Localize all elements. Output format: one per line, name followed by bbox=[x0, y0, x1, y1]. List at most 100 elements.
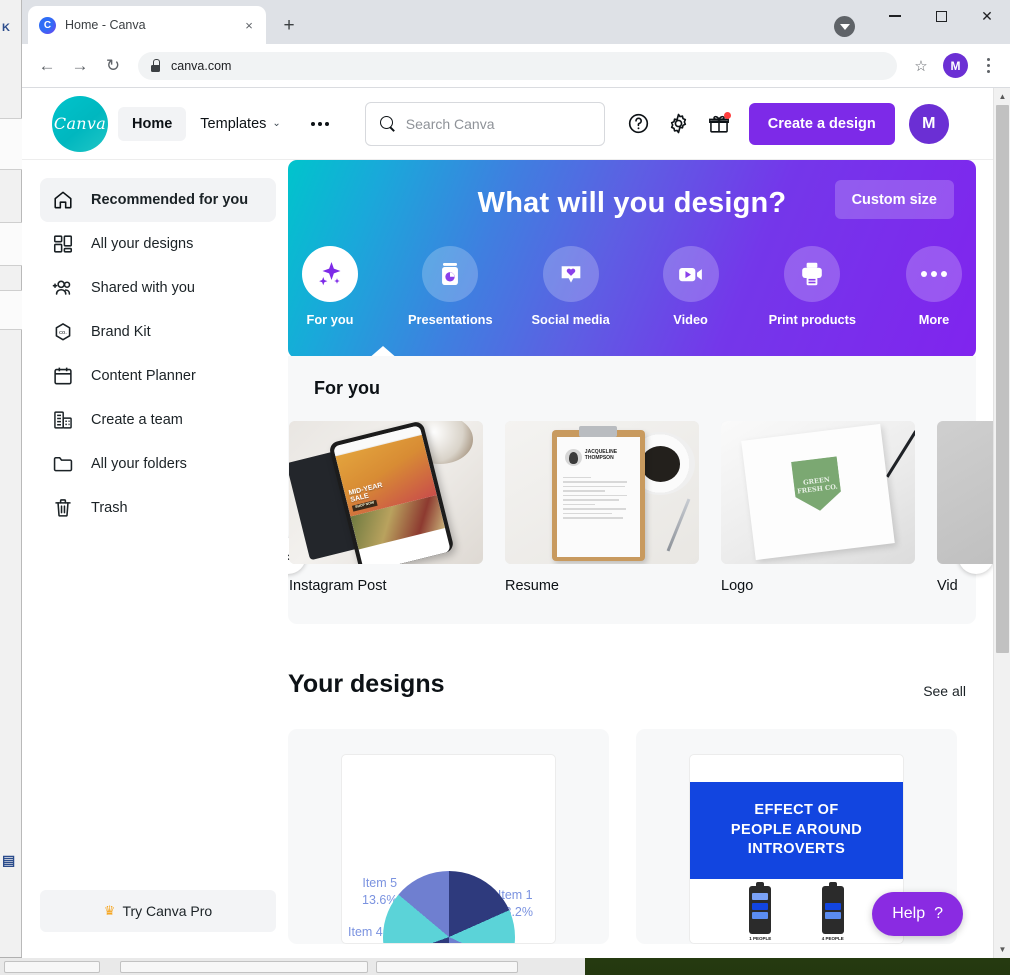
search-input[interactable]: Search Canva bbox=[406, 116, 495, 132]
browser-tab[interactable]: C Home - Canva × bbox=[28, 6, 266, 44]
hero-banner: What will you design? Custom size For yo… bbox=[288, 160, 976, 358]
design-card-pie-chart[interactable]: Item 5 13.6% Item 1 18.2% Item 4 bbox=[288, 729, 609, 944]
poster-battery-row: 1 PEOPLE 4 PEOPLE bbox=[690, 882, 903, 941]
hero-category-social-media[interactable]: Social media bbox=[529, 246, 613, 327]
your-designs-header: Your designs See all bbox=[288, 670, 976, 699]
sidebar-item-trash[interactable]: Trash bbox=[40, 486, 276, 530]
nav-templates[interactable]: Templates ⌄ bbox=[186, 107, 294, 141]
battery-icon bbox=[749, 882, 772, 934]
sidebar-item-recommended[interactable]: Recommended for you bbox=[40, 178, 276, 222]
template-card-label: Vid bbox=[937, 578, 958, 594]
sidebar-label: All your folders bbox=[91, 456, 187, 472]
nav-home[interactable]: Home bbox=[118, 106, 187, 141]
hero-category-label: Print products bbox=[768, 312, 857, 327]
battery-group: 4 PEOPLE bbox=[821, 882, 844, 941]
notification-dot bbox=[723, 111, 731, 119]
sidebar-label: Trash bbox=[91, 500, 128, 516]
design-thumbnail: Item 5 13.6% Item 1 18.2% Item 4 bbox=[341, 754, 556, 944]
help-label: Help bbox=[892, 905, 926, 922]
building-icon bbox=[52, 409, 74, 431]
svg-text:co.: co. bbox=[59, 330, 67, 336]
close-icon[interactable]: × bbox=[240, 16, 258, 34]
scrollbar-thumb[interactable] bbox=[996, 105, 1009, 653]
template-thumbnail: GREEN FRESH CO. bbox=[721, 421, 915, 564]
sidebar-item-create-team[interactable]: Create a team bbox=[40, 398, 276, 442]
tab-title: Home - Canva bbox=[65, 18, 146, 32]
browser-menu-icon[interactable] bbox=[976, 52, 1000, 80]
canva-logo[interactable]: Canva bbox=[52, 95, 108, 152]
presentation-jar-icon bbox=[422, 246, 479, 302]
sidebar: Recommended for you All your designs Sha… bbox=[22, 160, 288, 958]
forward-icon[interactable]: → bbox=[65, 51, 95, 81]
hero-category-label: For you bbox=[306, 312, 354, 327]
hero-category-for-you[interactable]: For you bbox=[288, 246, 372, 327]
calendar-icon bbox=[52, 365, 74, 387]
create-a-design-button[interactable]: Create a design bbox=[748, 102, 895, 145]
for-you-heading: For you bbox=[314, 378, 380, 398]
gift-icon[interactable] bbox=[703, 108, 735, 140]
minimize-button[interactable] bbox=[872, 0, 918, 32]
question-mark-icon: ? bbox=[934, 905, 943, 922]
help-button[interactable]: Help ? bbox=[872, 892, 963, 936]
try-canva-pro-button[interactable]: ♛ Try Canva Pro bbox=[40, 890, 276, 932]
sidebar-label: Content Planner bbox=[91, 368, 196, 384]
background-window-sliver[interactable]: K ▤ bbox=[0, 0, 22, 975]
settings-gear-icon[interactable] bbox=[663, 108, 695, 140]
address-bar-url: canva.com bbox=[171, 58, 232, 73]
bookmark-star-icon[interactable]: ☆ bbox=[907, 52, 935, 80]
trash-icon bbox=[52, 497, 74, 519]
more-options-icon[interactable] bbox=[303, 107, 337, 141]
custom-size-button[interactable]: Custom size bbox=[834, 180, 954, 219]
maximize-button[interactable] bbox=[918, 0, 964, 32]
sidebar-item-all-folders[interactable]: All your folders bbox=[40, 442, 276, 486]
address-bar[interactable]: canva.com bbox=[138, 51, 897, 80]
taskbar[interactable] bbox=[0, 957, 585, 975]
scroll-down-icon[interactable]: ▼ bbox=[994, 941, 1010, 958]
battery-icon bbox=[821, 882, 844, 934]
chevron-down-icon: ⌄ bbox=[272, 118, 281, 129]
header-icon-group bbox=[623, 108, 735, 140]
window-controls: ✕ bbox=[872, 0, 1010, 44]
nav-home-label: Home bbox=[132, 115, 173, 132]
background-window-glyph: K bbox=[2, 22, 10, 34]
hero-category-more[interactable]: More bbox=[892, 246, 976, 327]
scroll-up-icon[interactable]: ▲ bbox=[994, 88, 1010, 105]
hero-category-presentations[interactable]: Presentations bbox=[408, 246, 493, 327]
search-icon bbox=[379, 116, 395, 131]
page-scrollbar[interactable]: ▲ ▼ bbox=[993, 88, 1010, 958]
hero-category-label: Video bbox=[673, 312, 708, 327]
battery-caption: 4 PEOPLE bbox=[821, 936, 844, 941]
see-all-link[interactable]: See all bbox=[923, 683, 966, 699]
download-icon[interactable] bbox=[834, 16, 855, 37]
heart-speech-icon bbox=[542, 246, 599, 302]
template-card[interactable]: MID-YEAR SALE SHOP NOW Instagram Post bbox=[289, 421, 483, 594]
sidebar-label: Create a team bbox=[91, 412, 183, 428]
new-tab-button[interactable]: + bbox=[275, 11, 303, 39]
lock-icon bbox=[150, 59, 161, 72]
hero-category-print-products[interactable]: Print products bbox=[769, 246, 856, 327]
template-card[interactable]: JACQUELINE THOMPSON Resume bbox=[505, 421, 699, 594]
video-camera-icon bbox=[662, 246, 719, 302]
template-thumbnail: MID-YEAR SALE SHOP NOW bbox=[289, 421, 483, 564]
for-you-carousel[interactable]: MID-YEAR SALE SHOP NOW Instagram Post JA… bbox=[288, 421, 993, 594]
template-card[interactable]: GREEN FRESH CO. Logo bbox=[721, 421, 915, 594]
sidebar-label: Brand Kit bbox=[91, 324, 151, 340]
template-thumbnail: JACQUELINE THOMPSON bbox=[505, 421, 699, 564]
user-avatar[interactable]: M bbox=[908, 103, 949, 144]
hero-category-video[interactable]: Video bbox=[649, 246, 733, 327]
browser-profile-avatar[interactable]: M bbox=[943, 53, 968, 78]
sidebar-item-shared[interactable]: Shared with you bbox=[40, 266, 276, 310]
back-icon[interactable]: ← bbox=[32, 51, 62, 81]
canva-favicon-icon: C bbox=[39, 16, 56, 34]
hero-category-row: For you Presentations Social media Video… bbox=[288, 246, 976, 327]
close-window-button[interactable]: ✕ bbox=[964, 0, 1010, 32]
background-window-icon: ▤ bbox=[2, 852, 16, 868]
sidebar-item-all-designs[interactable]: All your designs bbox=[40, 222, 276, 266]
tab-strip: C Home - Canva × + ✕ bbox=[22, 0, 1010, 44]
crown-icon: ♛ bbox=[103, 903, 116, 918]
sidebar-item-content-planner[interactable]: Content Planner bbox=[40, 354, 276, 398]
sidebar-item-brand-kit[interactable]: co. Brand Kit bbox=[40, 310, 276, 354]
search-box[interactable]: Search Canva bbox=[364, 101, 605, 146]
help-circle-icon[interactable] bbox=[623, 108, 655, 140]
reload-icon[interactable]: ↻ bbox=[98, 51, 128, 81]
